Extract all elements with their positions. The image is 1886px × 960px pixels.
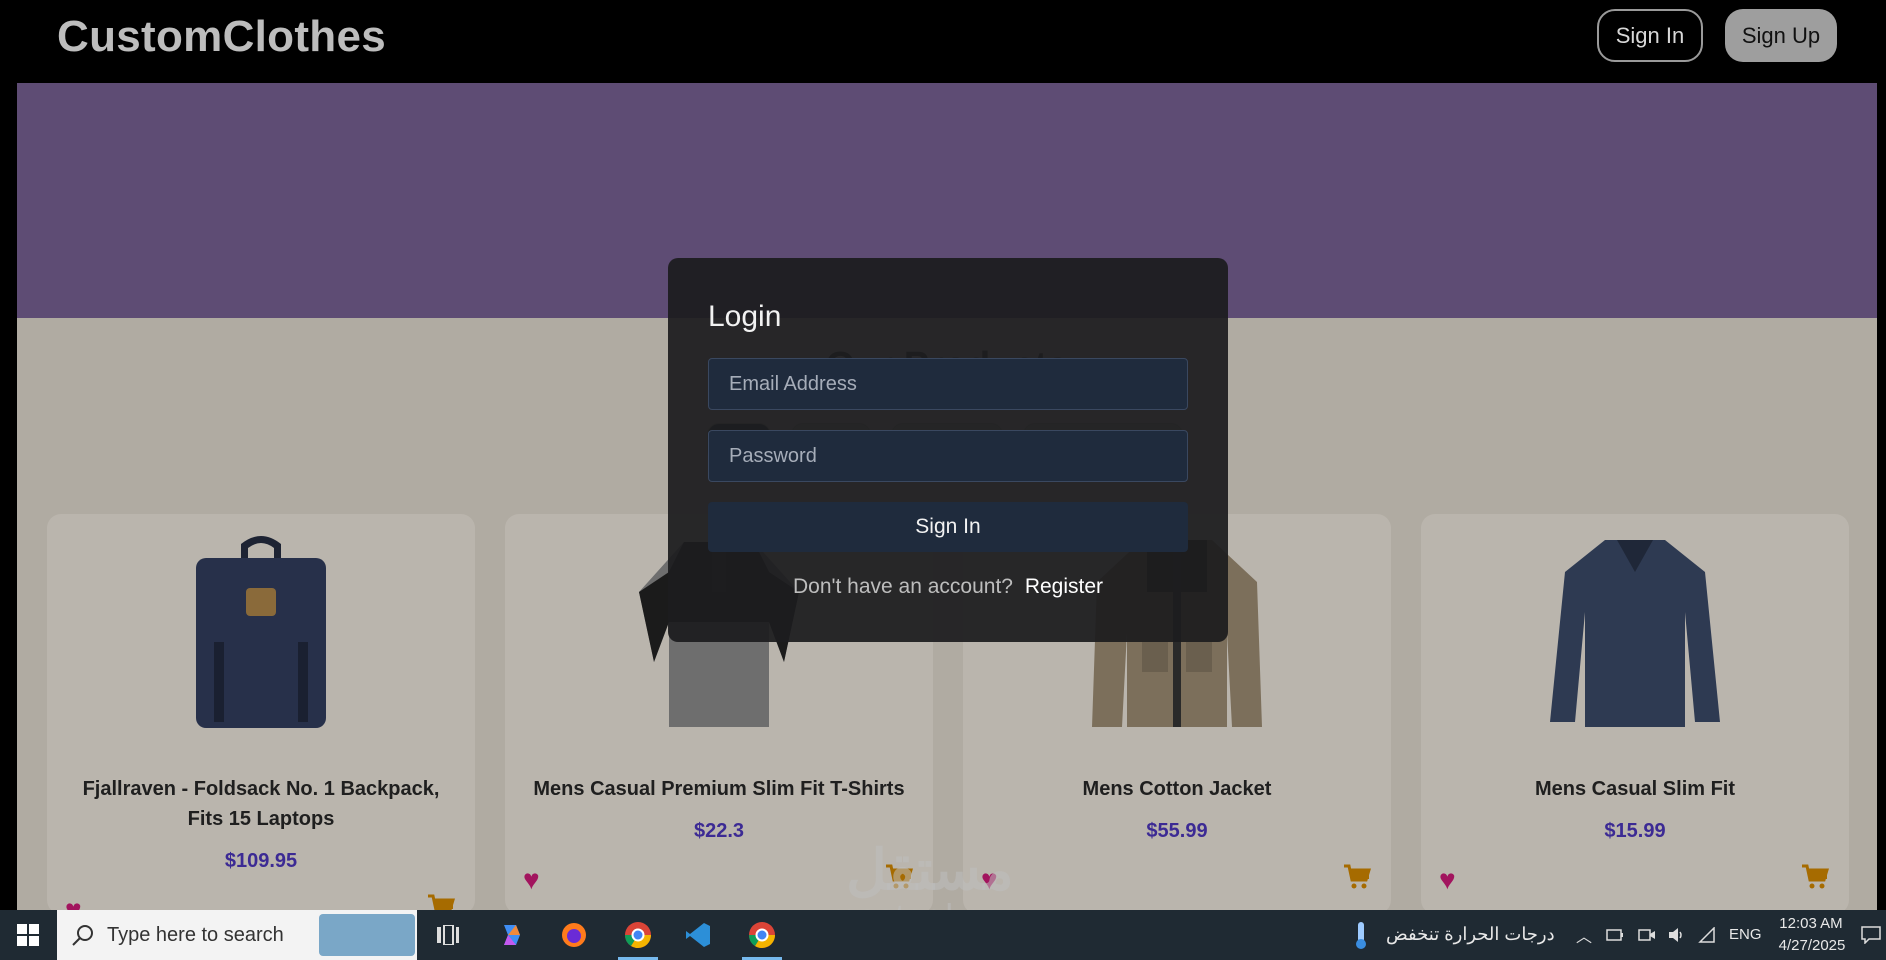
email-field[interactable] xyxy=(708,358,1188,410)
firefox-icon[interactable] xyxy=(548,910,600,960)
cart-icon[interactable] xyxy=(427,894,456,910)
task-view-icon[interactable] xyxy=(422,910,474,960)
product-image-longsleeve xyxy=(1535,532,1735,732)
product-title[interactable]: Mens Cotton Jacket xyxy=(983,774,1371,804)
signup-button[interactable]: Sign Up xyxy=(1725,9,1837,62)
watermark-arabic: مستقل xyxy=(846,838,1014,901)
search-icon xyxy=(71,923,95,952)
navbar: CustomClothes Sign In Sign Up xyxy=(0,0,1886,83)
volume-icon[interactable] xyxy=(1666,910,1688,960)
battery-icon[interactable] xyxy=(1604,910,1626,960)
clock-time[interactable]: 12:03 AM xyxy=(1776,915,1846,932)
login-title: Login xyxy=(708,300,782,333)
register-link[interactable]: Register xyxy=(1025,575,1103,598)
meet-now-icon[interactable] xyxy=(1636,910,1658,960)
windows-start-icon[interactable] xyxy=(0,910,56,960)
signin-button[interactable]: Sign In xyxy=(1597,9,1703,62)
taskbar: Type here to search درجات الحرارة تنخفض … xyxy=(0,910,1886,960)
weather-text[interactable]: درجات الحرارة تنخفض xyxy=(1386,924,1555,945)
cart-icon[interactable] xyxy=(1801,864,1830,897)
product-card[interactable]: Mens Casual Slim Fit $15.99 ♥ xyxy=(1421,514,1849,910)
product-title[interactable]: Mens Casual Premium Slim Fit T-Shirts xyxy=(525,774,913,804)
register-prompt: Don't have an account? Register xyxy=(668,575,1228,599)
product-price: $109.95 xyxy=(224,850,298,872)
thermometer-icon[interactable] xyxy=(1346,910,1376,960)
chrome-icon[interactable] xyxy=(734,910,790,960)
product-title[interactable]: Fjallraven - Foldsack No. 1 Backpack, Fi… xyxy=(67,774,455,834)
brand-logo[interactable]: CustomClothes xyxy=(57,12,386,62)
login-modal: Login Sign In Don't have an account? Reg… xyxy=(668,258,1228,642)
product-price: $15.99 xyxy=(1604,820,1666,842)
heart-icon[interactable]: ♥ xyxy=(65,894,82,910)
wifi-icon[interactable] xyxy=(1696,910,1718,960)
taskbar-search[interactable]: Type here to search xyxy=(57,910,417,960)
login-submit-button[interactable]: Sign In xyxy=(708,502,1188,552)
heart-icon[interactable]: ♥ xyxy=(523,864,540,896)
password-field[interactable] xyxy=(708,430,1188,482)
search-highlight-image xyxy=(319,914,415,956)
cart-icon[interactable] xyxy=(1343,864,1372,897)
copilot-icon[interactable] xyxy=(486,910,538,960)
search-placeholder: Type here to search xyxy=(107,923,284,946)
notifications-icon[interactable] xyxy=(1858,910,1884,960)
product-card[interactable]: Fjallraven - Foldsack No. 1 Backpack, Fi… xyxy=(47,514,475,910)
chevron-up-icon[interactable]: ︿ xyxy=(1572,910,1596,960)
product-image-backpack xyxy=(161,532,361,732)
product-title[interactable]: Mens Casual Slim Fit xyxy=(1441,774,1829,804)
clock-date[interactable]: 4/27/2025 xyxy=(1772,937,1852,954)
heart-icon[interactable]: ♥ xyxy=(1439,864,1456,896)
chrome-icon[interactable] xyxy=(610,910,666,960)
register-prompt-text: Don't have an account? xyxy=(792,575,1013,598)
language-indicator[interactable]: ENG xyxy=(1729,926,1762,943)
vscode-icon[interactable] xyxy=(672,910,724,960)
